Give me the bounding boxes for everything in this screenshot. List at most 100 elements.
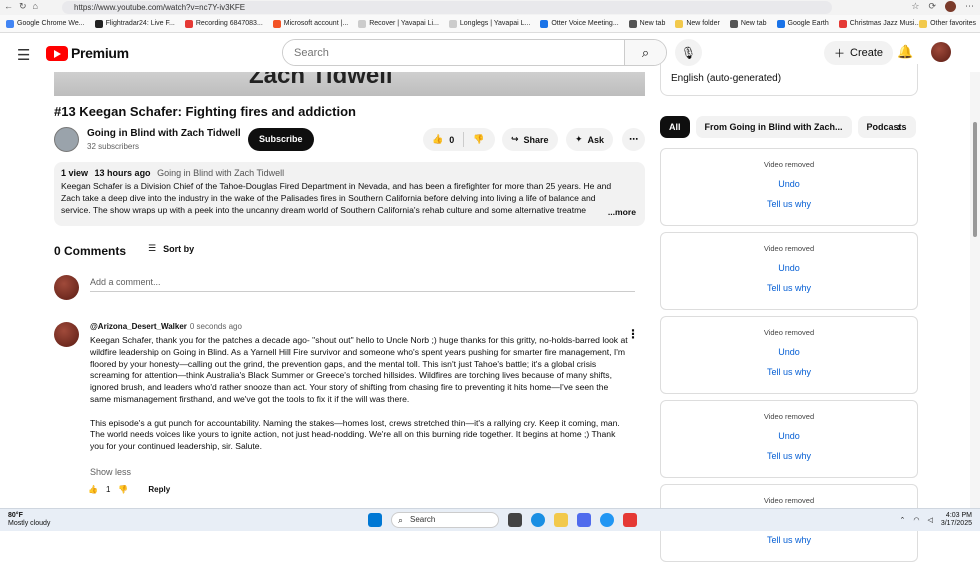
tell-us-why-link[interactable]: Tell us why <box>661 535 917 545</box>
wifi-icon[interactable]: ◠ <box>913 516 919 524</box>
taskbar-clock[interactable]: 4:03 PM 3/17/2025 <box>941 512 972 528</box>
undo-button[interactable]: Undo <box>661 347 917 357</box>
undo-button[interactable]: Undo <box>661 179 917 189</box>
account-avatar[interactable] <box>931 42 951 62</box>
bookmark-item[interactable]: Otter Voice Meeting... <box>540 19 619 28</box>
bookmark-item[interactable]: Longlegs | Yavapai L... <box>448 19 530 28</box>
description-meta: 1 view 13 hours ago Going in Blind with … <box>61 168 638 178</box>
refresh-alt-icon[interactable]: ⟳ <box>928 1 936 12</box>
description-channel-link[interactable]: Going in Blind with Zach Tidwell <box>157 168 284 178</box>
menu-icon[interactable]: ☰ <box>17 46 30 64</box>
add-comment-input[interactable]: Add a comment... <box>90 277 635 292</box>
taskbar-apps: Search <box>368 512 637 528</box>
ask-button[interactable]: ✦ Ask <box>566 128 614 151</box>
share-button[interactable]: ↪ Share <box>502 128 558 151</box>
file-explorer-icon[interactable] <box>554 513 568 527</box>
bookmark-item[interactable]: Recover | Yavapai Li... <box>358 19 439 28</box>
bookmark-item[interactable]: Google Earth <box>776 19 829 28</box>
filter-chip[interactable]: From Going in Blind with Zach... <box>695 116 852 138</box>
back-icon[interactable]: ← <box>4 1 13 12</box>
show-less-link[interactable]: Show less <box>90 467 131 477</box>
reply-button[interactable]: Reply <box>148 485 170 494</box>
task-view-icon[interactable] <box>508 513 522 527</box>
channel-avatar[interactable] <box>54 127 79 152</box>
filter-chip[interactable]: All <box>660 116 690 138</box>
weather-condition: Mostly cloudy <box>8 520 51 527</box>
like-button[interactable]: 👍 0 <box>423 132 465 147</box>
ask-label: Ask <box>587 134 605 145</box>
tray-chevron-icon[interactable]: ⌃ <box>899 516 905 524</box>
channel-name[interactable]: Going in Blind with Zach Tidwell <box>87 128 241 139</box>
dislike-button[interactable]: 👎 <box>464 134 493 145</box>
voice-search-button[interactable]: 🎙 <box>675 39 702 66</box>
bookmark-label: Recover | Yavapai Li... <box>369 20 439 27</box>
browser-toolbar: ← ↻ ⌂ https://www.youtube.com/watch?v=nc… <box>0 0 980 15</box>
browser-profile-avatar[interactable] <box>945 1 956 12</box>
video-player[interactable]: Zach Tidwell <box>54 72 645 96</box>
notifications-bell-icon[interactable]: 🔔 <box>897 44 913 60</box>
favorite-star-icon[interactable]: ☆ <box>911 1 919 12</box>
bookmark-label: New tab <box>740 20 767 27</box>
weather-widget[interactable]: 80°F Mostly cloudy <box>8 512 50 528</box>
volume-icon[interactable]: ◁ <box>927 516 932 524</box>
bookmark-item[interactable]: Christmas Jazz Musi... <box>838 19 920 28</box>
refresh-icon[interactable]: ↻ <box>19 1 27 12</box>
browser-actions: ☆ ⟳ ⋯ <box>911 1 974 12</box>
comment-like-icon[interactable]: 👍 <box>88 485 98 494</box>
bookmark-item[interactable]: Microsoft account |... <box>272 19 348 28</box>
video-frame-text: Zach Tidwell <box>249 72 393 89</box>
tell-us-why-link[interactable]: Tell us why <box>661 367 917 377</box>
address-bar[interactable]: https://www.youtube.com/watch?v=nc7Y-iv3… <box>62 1 832 14</box>
commenter-avatar[interactable] <box>54 322 79 347</box>
undo-button[interactable]: Undo <box>661 431 917 441</box>
comment-author: @Arizona_Desert_Walker 0 seconds ago <box>90 322 242 331</box>
bookmarks-bar: Google Chrome We... Flightradar24: Live F… <box>0 15 980 33</box>
app-globe-icon[interactable] <box>600 513 614 527</box>
subscribe-button[interactable]: Subscribe <box>248 128 314 151</box>
comment-dislike-icon[interactable]: 👎 <box>118 485 128 494</box>
chevron-right-icon[interactable]: › <box>897 120 901 134</box>
app-red-icon[interactable] <box>623 513 637 527</box>
bookmark-item[interactable]: New tab <box>729 19 767 28</box>
undo-button[interactable]: Undo <box>661 263 917 273</box>
removed-video-card: Video removed Undo Tell us why <box>660 400 918 478</box>
youtube-logo[interactable]: Premium <box>46 45 129 61</box>
sort-icon: ☰ <box>148 243 157 253</box>
related-filter-chips: All From Going in Blind with Zach... Podca… <box>660 116 918 138</box>
more-dots-icon[interactable]: ⋯ <box>965 1 974 12</box>
sort-comments-button[interactable]: ☰ Sort by <box>148 243 194 254</box>
other-favorites[interactable]: Other favorites <box>919 19 976 28</box>
search-input[interactable] <box>283 40 624 65</box>
tell-us-why-link[interactable]: Tell us why <box>661 451 917 461</box>
comment-time[interactable]: 0 seconds ago <box>190 322 242 331</box>
search-box: ⌕ <box>282 39 667 66</box>
tell-us-why-link[interactable]: Tell us why <box>661 283 917 293</box>
scrollbar-thumb[interactable] <box>973 122 977 237</box>
filter-chip[interactable]: Podcasts <box>857 116 916 138</box>
comment-author-handle[interactable]: @Arizona_Desert_Walker <box>90 322 187 331</box>
create-button[interactable]: ＋ Create <box>824 41 894 65</box>
edge-browser-icon[interactable] <box>531 513 545 527</box>
bookmark-item[interactable]: New tab <box>628 19 665 28</box>
bookmark-item[interactable]: Flightradar24: Live F... <box>94 19 175 28</box>
home-icon[interactable]: ⌂ <box>33 1 38 12</box>
bookmark-item[interactable]: Google Chrome We... <box>6 19 85 28</box>
plus-icon: ＋ <box>834 48 845 60</box>
taskbar-search[interactable]: Search <box>391 512 499 528</box>
comment-paragraph: This episode's a gut punch for accountab… <box>90 417 620 452</box>
system-tray: ⌃ ◠ ◁ 4:03 PM 3/17/2025 <box>899 512 972 528</box>
more-actions-button[interactable]: ⋯ <box>622 128 645 151</box>
bookmark-item[interactable]: Recording 6847083... <box>184 19 263 28</box>
windows-start-icon[interactable] <box>368 513 382 527</box>
comment-actions: 👍 1 👎 Reply <box>88 485 170 494</box>
comment-paragraph: Keegan Schafer, thank you for the patche… <box>90 335 628 404</box>
tell-us-why-link[interactable]: Tell us why <box>661 199 917 209</box>
store-icon[interactable] <box>577 513 591 527</box>
share-label: Share <box>523 134 549 145</box>
description-more-link[interactable]: ...more <box>605 207 636 217</box>
search-button[interactable]: ⌕ <box>624 40 666 65</box>
bookmark-label: Flightradar24: Live F... <box>105 20 175 27</box>
page-scrollbar[interactable] <box>970 72 980 508</box>
description-box[interactable]: 1 view 13 hours ago Going in Blind with … <box>54 162 645 226</box>
bookmark-item[interactable]: New folder <box>675 19 720 28</box>
